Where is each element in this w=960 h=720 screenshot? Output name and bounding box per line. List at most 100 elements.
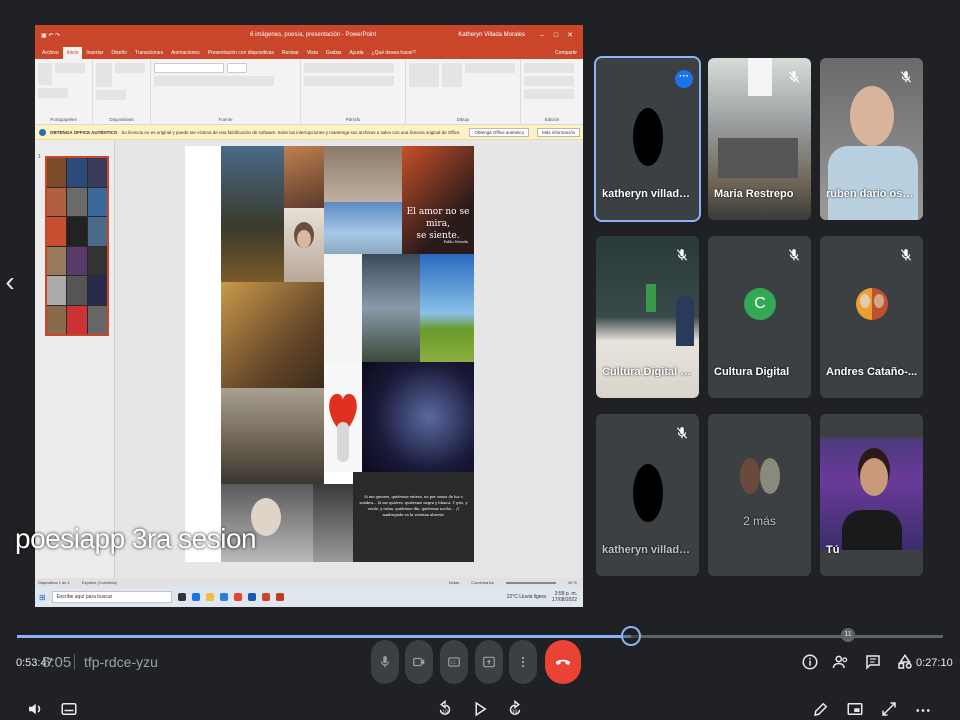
participant-tile[interactable]: Andres Cataño-... [820, 236, 923, 398]
comments-button[interactable]: Comentarios [471, 580, 494, 585]
ribbon-tab-archivo[interactable]: Archivo [38, 47, 63, 59]
list-buttons[interactable] [304, 63, 394, 73]
language-indicator[interactable]: Español (Colombia) [82, 580, 117, 585]
share-button[interactable]: Compartir [555, 50, 577, 59]
chevron-left-icon[interactable]: ‹ [2, 264, 18, 300]
reset-button[interactable] [96, 90, 126, 100]
ribbon-group-font: Fuente [151, 59, 301, 124]
camera-icon [413, 657, 425, 667]
slide-canvas[interactable]: El amor no se mira, se siente. Pablo Ner… [185, 146, 474, 562]
meeting-details-button[interactable] [799, 651, 821, 673]
rewind-button[interactable]: 10 [434, 698, 456, 720]
powerpoint-icon[interactable] [261, 593, 270, 601]
participant-tile[interactable]: katheryn villada m... [596, 414, 699, 576]
ribbon-tab-vista[interactable]: Vista [303, 47, 322, 59]
app-icon[interactable] [275, 593, 284, 601]
participant-tile[interactable]: 2 más [708, 414, 811, 576]
zoom-slider[interactable] [505, 581, 556, 584]
leave-call-button[interactable] [545, 640, 581, 684]
ribbon-tab-grabar[interactable]: Grabar [322, 47, 346, 59]
edit-button[interactable] [810, 698, 832, 720]
participant-tile[interactable]: ruben dario ospi... [820, 58, 923, 220]
pip-button[interactable] [844, 698, 866, 720]
cut-button[interactable] [55, 63, 85, 73]
more-vert-icon [521, 656, 525, 668]
replace-button[interactable] [524, 76, 574, 86]
chrome-icon[interactable] [233, 593, 242, 601]
avatar [633, 108, 663, 166]
svg-text:10: 10 [442, 709, 448, 715]
taskbar-search-input[interactable]: Escribe aquí para buscar [51, 591, 172, 603]
participant-tile-self[interactable]: Tú [820, 414, 923, 576]
taskbar-clock[interactable]: 3:58 p. m. 17/08/2022 [552, 591, 577, 603]
font-name-select[interactable] [154, 63, 224, 73]
layout-button[interactable] [115, 63, 145, 73]
ribbon-group-paragraph: Párrafo [301, 59, 406, 124]
new-slide-button[interactable] [96, 63, 112, 87]
shape-fill-button[interactable] [465, 63, 515, 73]
activities-button[interactable] [894, 651, 916, 673]
file-explorer-icon[interactable] [205, 593, 214, 601]
notes-button[interactable]: Notas [449, 580, 459, 585]
camera-button[interactable] [405, 640, 433, 684]
paste-button[interactable] [38, 63, 52, 85]
ribbon-tab-diseno[interactable]: Diseño [107, 47, 131, 59]
volume-button[interactable] [24, 698, 46, 720]
more-horiz-icon[interactable]: ··· [675, 70, 693, 88]
svg-text:CC: CC [451, 660, 457, 665]
shapes-gallery[interactable] [409, 63, 439, 87]
more-options-button[interactable] [509, 640, 537, 684]
tell-me-search[interactable]: ¿Qué desea hacer? [368, 47, 420, 59]
task-view-icon[interactable] [177, 593, 186, 601]
people-button[interactable] [830, 651, 852, 673]
chat-button[interactable] [862, 651, 884, 673]
zoom-level[interactable]: 49 % [568, 580, 577, 585]
seek-bar-handle[interactable] [621, 626, 641, 646]
info-icon [802, 654, 818, 670]
subtitles-button[interactable] [58, 698, 80, 720]
ribbon-tab-animaciones[interactable]: Animaciones [167, 47, 204, 59]
fullscreen-button[interactable] [878, 698, 900, 720]
word-icon[interactable] [247, 593, 256, 601]
present-button[interactable] [475, 640, 503, 684]
captions-button[interactable]: CC [440, 640, 468, 684]
participant-tile[interactable]: Maria Restrepo [708, 58, 811, 220]
copy-button[interactable] [38, 88, 68, 98]
ribbon-tab-transiciones[interactable]: Transiciones [131, 47, 167, 59]
more-info-button[interactable]: Más información [537, 127, 581, 137]
select-button[interactable] [524, 89, 574, 99]
maximize-icon[interactable]: □ [549, 32, 563, 39]
forward-button[interactable]: 30 [504, 698, 526, 720]
ribbon-group-label: Portapapeles [50, 117, 77, 122]
windows-start-icon[interactable]: ⊞ [39, 593, 46, 602]
find-button[interactable] [524, 63, 574, 73]
get-genuine-office-button[interactable]: Obtenga Office auténtico [469, 127, 530, 137]
ribbon-tab-ayuda[interactable]: Ayuda [345, 47, 367, 59]
ribbon-tab-presentacion[interactable]: Presentación con diapositivas [204, 47, 278, 59]
minimize-icon[interactable]: – [535, 32, 549, 39]
participant-tile[interactable]: ··· katheryn villada m... [594, 56, 701, 222]
font-format-buttons[interactable] [154, 76, 274, 86]
participant-tile[interactable]: Cultura Digital S... [596, 236, 699, 398]
font-size-select[interactable] [227, 63, 247, 73]
participant-name: Cultura Digital S... [602, 366, 695, 378]
participant-tile[interactable]: C Cultura Digital [708, 236, 811, 398]
store-icon[interactable] [219, 593, 228, 601]
remaining-time: 0:27:10 [916, 657, 953, 669]
align-buttons[interactable] [304, 76, 394, 86]
ribbon-tab-inicio[interactable]: Inicio [62, 47, 83, 59]
edge-icon[interactable] [191, 593, 200, 601]
ribbon-tab-insertar[interactable]: Insertar [82, 47, 107, 59]
slide-thumbnail[interactable] [45, 156, 109, 336]
more-horiz-icon[interactable] [912, 698, 934, 720]
close-icon[interactable]: ✕ [563, 31, 577, 39]
ribbon-tab-revisar[interactable]: Revisar [278, 47, 303, 59]
arrange-button[interactable] [442, 63, 462, 87]
collage-image-meadow [420, 254, 474, 362]
tile-top-band [820, 414, 923, 438]
mic-button[interactable] [371, 640, 399, 684]
collage-white-block [324, 254, 362, 362]
ppt-statusbar: Diapositiva 1 de 1 Español (Colombia) No… [35, 578, 583, 587]
play-button[interactable] [469, 698, 491, 720]
weather-widget[interactable]: 22°C Lluvia ligera [507, 594, 546, 600]
